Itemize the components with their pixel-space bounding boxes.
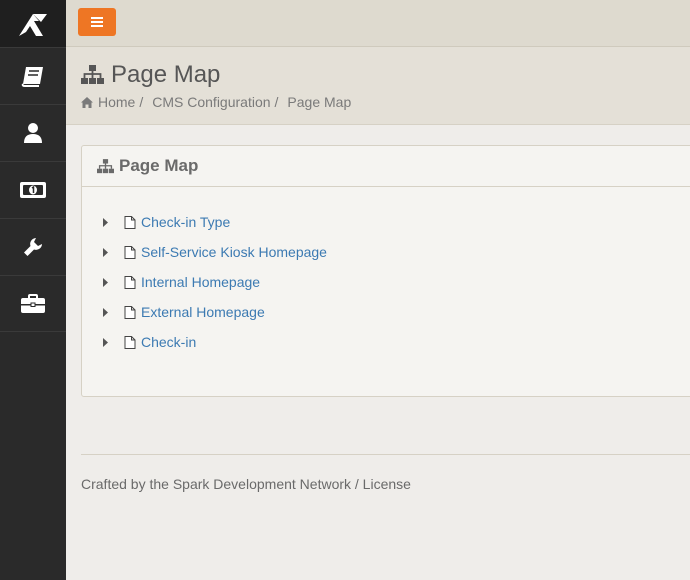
- page-tree: Check-in Type Self-Service Kiosk Homepag…: [82, 187, 690, 357]
- panel-heading: Page Map: [82, 146, 690, 187]
- sitemap-icon: [81, 65, 104, 84]
- tree-item-link[interactable]: Check-in Type: [141, 214, 230, 230]
- nav-item-finance[interactable]: [0, 161, 66, 218]
- page-header: Page Map Home / CMS Configuration / Page…: [66, 47, 690, 125]
- book-icon: [21, 67, 43, 87]
- breadcrumb-cms-configuration[interactable]: CMS Configuration: [152, 94, 270, 110]
- caret-right-icon[interactable]: [103, 337, 113, 347]
- breadcrumb: Home / CMS Configuration / Page Map: [81, 94, 351, 110]
- footer-text: Crafted by the Spark Development Network…: [81, 476, 411, 492]
- nav-item-admin[interactable]: [0, 275, 66, 332]
- money-icon: [20, 182, 46, 198]
- page-map-panel: Page Map Check-in Type Self-Service Kios…: [81, 145, 690, 397]
- caret-right-icon[interactable]: [103, 247, 113, 257]
- tree-item: Check-in Type: [82, 207, 690, 237]
- file-icon: [124, 245, 136, 259]
- nav-item-books[interactable]: [0, 47, 66, 104]
- page-title: Page Map: [81, 61, 220, 89]
- tree-item-link[interactable]: Self-Service Kiosk Homepage: [141, 244, 327, 260]
- tree-item-link[interactable]: Internal Homepage: [141, 274, 260, 290]
- caret-right-icon[interactable]: [103, 217, 113, 227]
- tree-item: External Homepage: [82, 297, 690, 327]
- sitemap-icon: [97, 158, 114, 173]
- hamburger-icon: [91, 17, 103, 27]
- sidebar: [0, 0, 66, 580]
- breadcrumb-current: Page Map: [287, 94, 352, 110]
- breadcrumb-separator: /: [139, 94, 144, 110]
- tree-item: Self-Service Kiosk Homepage: [82, 237, 690, 267]
- breadcrumb-home-label: Home: [98, 94, 136, 110]
- home-icon: [81, 96, 93, 108]
- caret-right-icon[interactable]: [103, 277, 113, 287]
- breadcrumb-separator: /: [274, 94, 279, 110]
- footer-divider: [81, 454, 690, 455]
- caret-right-icon[interactable]: [103, 307, 113, 317]
- rock-logo-icon[interactable]: [0, 0, 66, 47]
- briefcase-icon: [21, 293, 45, 313]
- file-icon: [124, 305, 136, 319]
- file-icon: [124, 215, 136, 229]
- tree-item-link[interactable]: Check-in: [141, 334, 196, 350]
- panel-title: Page Map: [119, 156, 199, 175]
- nav-item-tools[interactable]: [0, 218, 66, 275]
- breadcrumb-home[interactable]: Home: [81, 94, 135, 110]
- file-icon: [124, 275, 136, 289]
- wrench-icon: [24, 238, 42, 256]
- topbar: [66, 0, 690, 47]
- nav-item-people[interactable]: [0, 104, 66, 161]
- user-icon: [24, 123, 42, 143]
- menu-toggle-button[interactable]: [78, 8, 116, 36]
- page-title-text: Page Map: [111, 61, 221, 88]
- tree-item: Internal Homepage: [82, 267, 690, 297]
- tree-item-link[interactable]: External Homepage: [141, 304, 265, 320]
- file-icon: [124, 335, 136, 349]
- tree-item: Check-in: [82, 327, 690, 357]
